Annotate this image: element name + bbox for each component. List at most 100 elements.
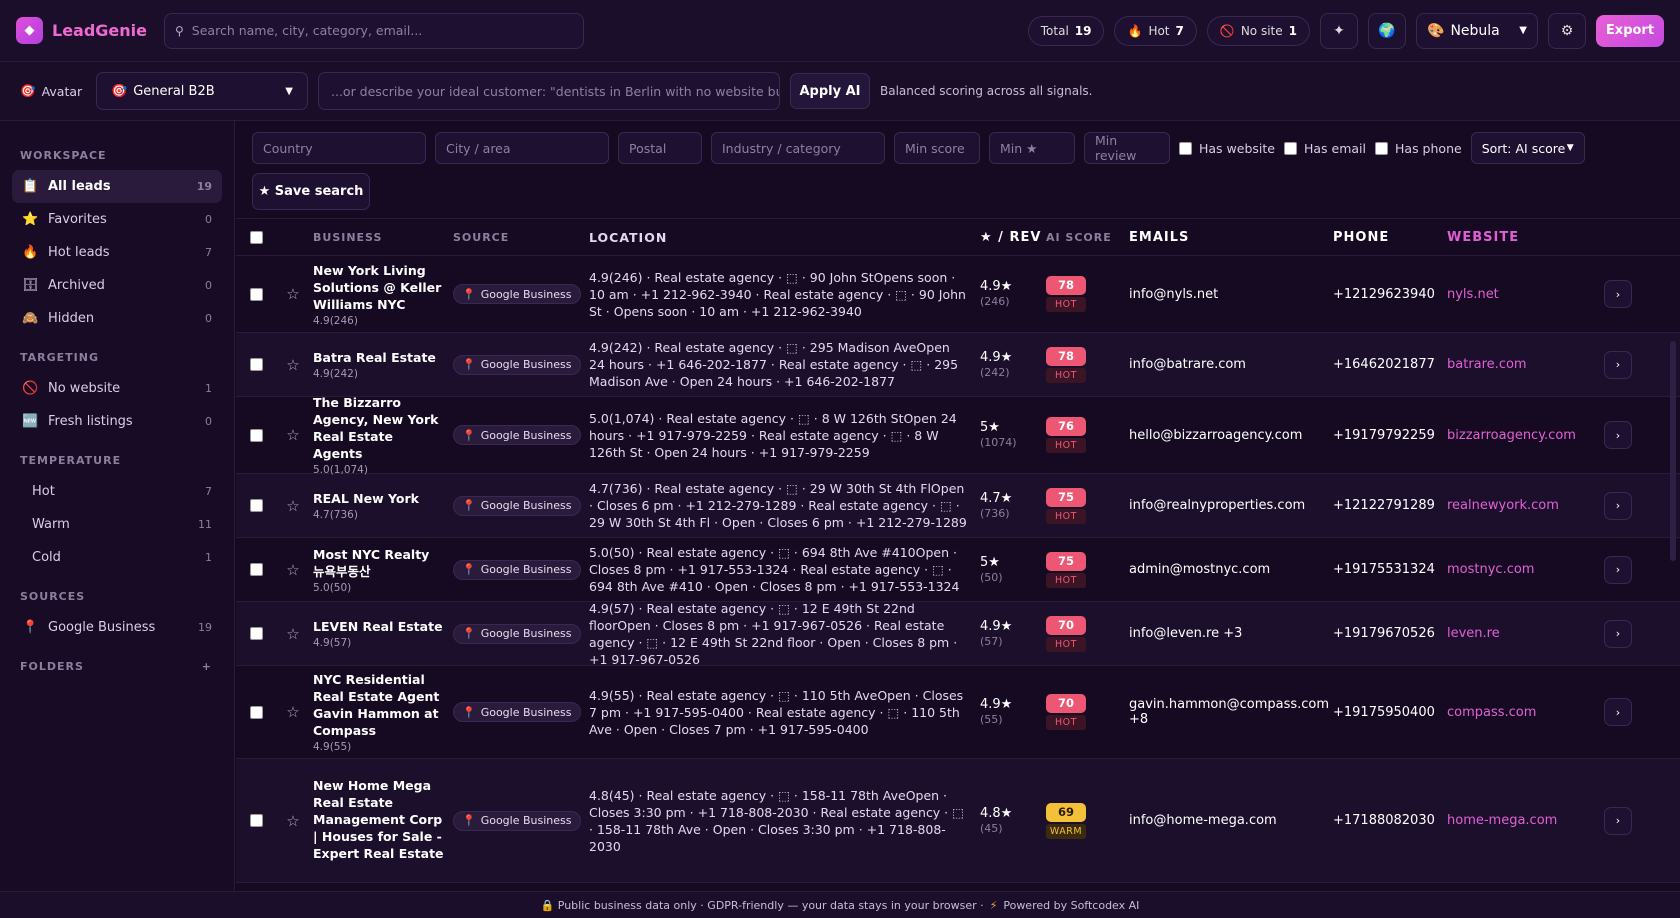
sparkle-button[interactable]: ✦ xyxy=(1320,12,1358,49)
checkbox[interactable] xyxy=(1283,141,1297,155)
row-checkbox[interactable] xyxy=(250,627,263,640)
open-lead-button[interactable]: › xyxy=(1604,698,1632,726)
header-rev[interactable]: ★ / REV xyxy=(980,230,1046,245)
city-filter[interactable]: City / area xyxy=(435,132,609,164)
table-scrollbar[interactable] xyxy=(1670,341,1676,561)
checkbox[interactable] xyxy=(1375,141,1389,155)
add-folder-button[interactable]: + xyxy=(202,660,212,673)
open-lead-button[interactable]: › xyxy=(1604,350,1632,379)
sidebar-item-no-website[interactable]: 🚫 No website 1 xyxy=(12,372,222,405)
has-website-checkbox[interactable]: Has website xyxy=(1179,141,1275,156)
row-checkbox[interactable] xyxy=(250,705,263,719)
sidebar-item-hidden[interactable]: 🙈 Hidden 0 xyxy=(12,302,222,335)
has-phone-checkbox[interactable]: Has phone xyxy=(1375,141,1462,156)
phone-text[interactable]: +17188082030 xyxy=(1333,813,1447,828)
phone-text[interactable]: +19175950400 xyxy=(1333,705,1447,720)
website-link[interactable]: realnewyork.com xyxy=(1447,498,1604,513)
row-checkbox[interactable] xyxy=(250,499,263,512)
favorite-star-icon[interactable]: ☆ xyxy=(273,426,313,444)
export-button[interactable]: Export xyxy=(1596,14,1664,47)
email-text[interactable]: info@leven.re +3 xyxy=(1129,626,1333,641)
favorite-star-icon[interactable]: ☆ xyxy=(273,625,313,643)
postal-filter[interactable]: Postal xyxy=(618,132,702,164)
favorite-star-icon[interactable]: ☆ xyxy=(273,497,313,515)
row-checkbox[interactable] xyxy=(250,814,263,827)
apply-ai-button[interactable]: Apply AI xyxy=(790,73,870,109)
website-link[interactable]: mostnyc.com xyxy=(1447,562,1604,577)
website-link[interactable]: nyls.net xyxy=(1447,287,1604,302)
header-score[interactable]: AI SCORE xyxy=(1046,231,1129,244)
sidebar-item-favorites[interactable]: ⭐ Favorites 0 xyxy=(12,203,222,236)
header-source[interactable]: SOURCE xyxy=(453,231,589,244)
header-location[interactable]: LOCATION xyxy=(589,229,980,246)
stat-no-site[interactable]: 🚫 No site 1 xyxy=(1206,15,1310,46)
favorite-star-icon[interactable]: ☆ xyxy=(273,561,313,579)
header-business[interactable]: BUSINESS xyxy=(313,231,453,244)
sidebar-item-fresh-listings[interactable]: 🆕 Fresh listings 0 xyxy=(12,405,222,438)
table-row[interactable]: ☆ New Home Mega Real Estate Management Co… xyxy=(236,759,1680,883)
open-lead-button[interactable]: › xyxy=(1604,555,1632,584)
website-link[interactable]: compass.com xyxy=(1447,705,1604,720)
website-link[interactable]: bizzarroagency.com xyxy=(1447,428,1604,443)
header-emails[interactable]: EMAILS xyxy=(1129,230,1333,245)
checkbox[interactable] xyxy=(1179,141,1192,155)
min-score-filter[interactable]: Min score xyxy=(894,132,980,164)
sidebar-item-hot[interactable]: Hot 7 xyxy=(12,475,222,508)
phone-text[interactable]: +19179792259 xyxy=(1333,428,1447,443)
email-text[interactable]: info@realnyproperties.com xyxy=(1129,498,1333,513)
globe-button[interactable]: 🌍 xyxy=(1368,12,1406,49)
open-lead-button[interactable]: › xyxy=(1604,806,1632,835)
settings-button[interactable]: ⚙ xyxy=(1548,12,1586,49)
email-text[interactable]: hello@bizzarroagency.com xyxy=(1129,428,1333,443)
email-text[interactable]: info@home-mega.com xyxy=(1129,813,1333,828)
favorite-star-icon[interactable]: ☆ xyxy=(273,703,313,721)
save-search-button[interactable]: ★ Save search xyxy=(252,173,370,210)
email-text[interactable]: admin@mostnyc.com xyxy=(1129,562,1333,577)
sort-select[interactable]: Sort: AI score ▼ xyxy=(1470,132,1585,164)
min-star-filter[interactable]: Min ★ xyxy=(989,132,1075,164)
row-checkbox[interactable] xyxy=(250,428,263,442)
row-checkbox[interactable] xyxy=(250,358,263,371)
avatar-select[interactable]: 🎯 General B2B ▼ xyxy=(96,72,308,110)
email-text[interactable]: info@nyls.net xyxy=(1129,287,1333,302)
min-review-filter[interactable]: Min review xyxy=(1084,132,1170,164)
open-lead-button[interactable]: › xyxy=(1604,280,1632,308)
email-text[interactable]: info@batrare.com xyxy=(1129,357,1333,372)
describe-customer-input[interactable]: ...or describe your ideal customer: "den… xyxy=(318,72,780,110)
search-box[interactable]: ⚲ xyxy=(164,12,584,49)
industry-filter[interactable]: Industry / category xyxy=(711,132,885,164)
favorite-star-icon[interactable]: ☆ xyxy=(273,356,313,374)
header-phone[interactable]: PHONE xyxy=(1333,230,1447,245)
theme-select[interactable]: 🎨 Nebula ▼ xyxy=(1416,12,1538,49)
country-filter[interactable]: Country xyxy=(252,132,426,164)
favorite-star-icon[interactable]: ☆ xyxy=(273,812,313,830)
open-lead-button[interactable]: › xyxy=(1604,421,1632,449)
sidebar-item-warm[interactable]: Warm 11 xyxy=(12,508,222,541)
sidebar-item-archived[interactable]: 🗄 Archived 0 xyxy=(12,269,222,302)
table-row[interactable]: ☆ New York Living Solutions @ Keller Will… xyxy=(236,256,1680,333)
phone-text[interactable]: +19175531324 xyxy=(1333,562,1447,577)
table-row[interactable]: ☆ REAL New York 4.7(736) 📍 Google Business 4.… xyxy=(236,474,1680,538)
stat-hot[interactable]: 🔥 Hot 7 xyxy=(1114,15,1197,46)
has-email-checkbox[interactable]: Has email xyxy=(1283,141,1366,156)
sidebar-item-all-leads[interactable]: 📋 All leads 19 xyxy=(12,170,222,203)
phone-text[interactable]: +16462021877 xyxy=(1333,357,1447,372)
website-link[interactable]: leven.re xyxy=(1447,626,1604,641)
select-all-checkbox[interactable] xyxy=(250,230,263,244)
open-lead-button[interactable]: › xyxy=(1604,619,1632,648)
table-row[interactable]: ☆ NYC Residential Real Estate Agent Gavin… xyxy=(236,666,1680,759)
table-row[interactable]: ☆ Most NYC Realty 뉴욕부동산 5.0(50) 📍 Google Bus… xyxy=(236,538,1680,602)
sidebar-item-hot-leads[interactable]: 🔥 Hot leads 7 xyxy=(12,236,222,269)
row-checkbox[interactable] xyxy=(250,563,263,576)
website-link[interactable]: home-mega.com xyxy=(1447,813,1604,828)
phone-text[interactable]: +12122791289 xyxy=(1333,498,1447,513)
table-row[interactable]: ☆ Batra Real Estate 4.9(242) 📍 Google Busine… xyxy=(236,333,1680,397)
phone-text[interactable]: +19179670526 xyxy=(1333,626,1447,641)
favorite-star-icon[interactable]: ☆ xyxy=(273,285,313,303)
table-row[interactable]: ☆ The Bizzarro Agency, New York Real Esta… xyxy=(236,395,1680,476)
logo[interactable]: ◆ LeadGenie xyxy=(16,17,154,44)
open-lead-button[interactable]: › xyxy=(1604,491,1632,520)
sidebar-item-google-business[interactable]: 📍 Google Business 19 xyxy=(12,611,222,644)
sidebar-item-cold[interactable]: Cold 1 xyxy=(12,541,222,574)
email-text[interactable]: gavin.hammon@compass.com +8 xyxy=(1129,697,1333,727)
